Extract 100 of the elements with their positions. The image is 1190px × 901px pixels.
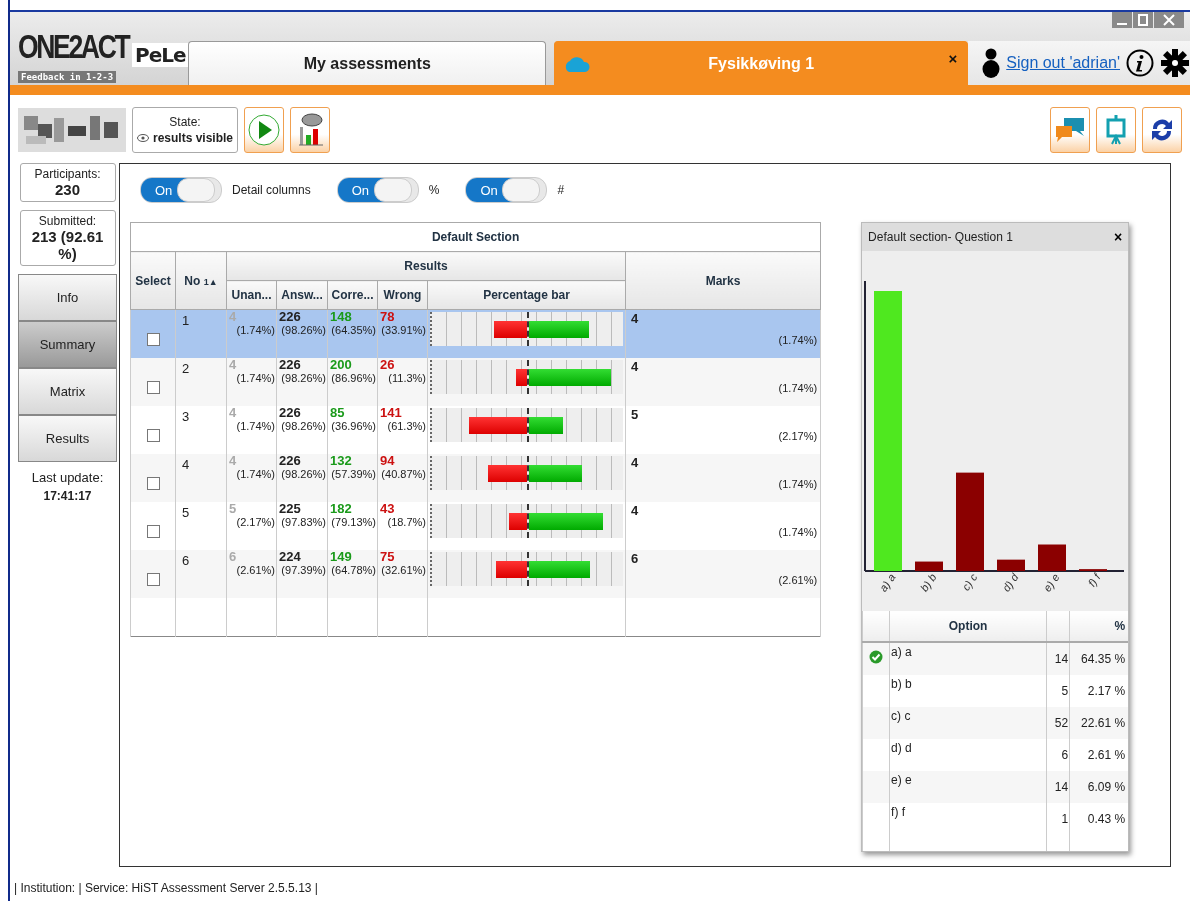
correct-count: 148 — [329, 310, 353, 324]
panel-title: Default section- Question 1 — [868, 230, 1013, 244]
chart-bar — [1038, 544, 1067, 571]
correct-count: 149 — [329, 550, 353, 564]
correct-count: 200 — [329, 358, 353, 372]
unanswered-percent: (2.17%) — [235, 516, 276, 529]
wrong-count: 78 — [379, 310, 396, 324]
group-header: Results — [226, 251, 626, 281]
answered-percent: (98.26%) — [280, 372, 327, 385]
wrong-percent: (11.3%) — [387, 372, 427, 385]
unanswered-percent: (1.74%) — [235, 468, 276, 481]
state-label: State: — [169, 115, 201, 129]
maximize-icon[interactable] — [1133, 12, 1153, 28]
toggle-switch[interactable]: On — [336, 177, 419, 203]
unanswered-percent: (1.74%) — [235, 372, 276, 385]
option-label: c) c — [889, 707, 1047, 739]
option-percent: 0.43 % — [1069, 803, 1129, 835]
answered-count: 226 — [278, 310, 302, 324]
wrong-fill — [468, 416, 527, 434]
checkbox[interactable] — [146, 573, 160, 586]
wrong-fill — [515, 368, 527, 386]
last-update-time: 17:41:17 — [43, 489, 92, 503]
marks-percent: (2.17%) — [777, 430, 818, 443]
nav-button[interactable]: Info — [18, 274, 117, 321]
option-count: 14 — [1046, 771, 1070, 803]
close-button[interactable]: × — [948, 50, 958, 67]
play-button[interactable] — [244, 107, 284, 153]
column-header: Percentage bar — [427, 280, 626, 310]
checkbox[interactable] — [146, 525, 160, 538]
toggle-label: Detail columns — [232, 183, 311, 197]
correct-percent: (36.96%) — [330, 420, 377, 433]
toggle-label: % — [428, 183, 440, 197]
checkbox[interactable] — [146, 429, 160, 442]
nav-button[interactable]: Matrix — [18, 368, 117, 415]
chat-icon — [1054, 116, 1086, 144]
checkbox[interactable] — [146, 477, 160, 490]
unanswered-count: 6 — [228, 550, 238, 564]
wrong-percent: (40.87%) — [380, 468, 427, 481]
axis-label: a) a — [877, 571, 898, 594]
checkbox[interactable] — [146, 381, 160, 394]
stat-label: Submitted: — [38, 214, 97, 228]
axis-label: f) f — [1085, 571, 1103, 589]
answered-count: 226 — [278, 358, 302, 372]
check-icon — [869, 650, 884, 664]
close-icon[interactable] — [1154, 12, 1184, 28]
info-icon[interactable] — [1126, 49, 1154, 77]
unanswered-percent: (2.61%) — [235, 564, 276, 577]
marks-percent: (1.74%) — [777, 478, 818, 491]
logo-brand: ONE2ACT — [18, 27, 129, 66]
option-percent: 64.35 % — [1069, 642, 1129, 675]
option-percent: 22.61 % — [1069, 707, 1129, 739]
tab[interactable]: Fysikkøving 1 × — [554, 41, 969, 85]
wrong-fill — [495, 560, 527, 578]
correct-percent: (86.96%) — [330, 372, 377, 385]
wrong-count: 43 — [379, 502, 396, 516]
unanswered-count: 4 — [228, 454, 238, 468]
option-percent: 6.09 % — [1069, 771, 1129, 803]
table-cell: 1 — [175, 309, 227, 358]
last-update-label: Last update: — [31, 470, 104, 485]
chat-button[interactable] — [1050, 107, 1090, 153]
chart-bar — [997, 559, 1026, 571]
wrong-count: 26 — [379, 358, 396, 372]
column-header[interactable]: No 1▲ — [175, 251, 227, 310]
column-header: Select — [130, 251, 176, 310]
marks-count: 4 — [630, 456, 640, 470]
column-header: % — [1069, 611, 1129, 642]
toggle-switch[interactable]: On — [140, 177, 222, 203]
logo-tagline: Feedback in 1-2-3 — [18, 71, 117, 83]
cloud-icon — [563, 55, 592, 73]
tab[interactable]: My assessments — [188, 41, 547, 85]
answered-count: 224 — [278, 550, 302, 564]
correct-percent: (64.78%) — [330, 564, 377, 577]
wrong-count: 75 — [379, 550, 396, 564]
wrong-count: 94 — [379, 454, 396, 468]
table-cell: 6 — [175, 550, 227, 598]
nav-button[interactable]: Summary — [18, 321, 117, 368]
stat-value: 213 (92.61 %) — [30, 228, 105, 262]
presentation-button[interactable] — [1096, 107, 1136, 153]
answered-count: 226 — [278, 406, 302, 420]
option-count: 14 — [1046, 642, 1070, 675]
marks-count: 5 — [630, 408, 640, 422]
section-header: Default Section — [130, 222, 821, 252]
marks-count: 6 — [630, 552, 640, 566]
correct-count: 132 — [329, 454, 353, 468]
correct-percent: (57.39%) — [330, 468, 377, 481]
unanswered-count: 4 — [228, 406, 238, 420]
toggle-switch[interactable]: On — [465, 177, 548, 203]
refresh-button[interactable] — [1142, 107, 1182, 153]
axis-label: e) e — [1041, 571, 1062, 594]
results-view-button[interactable] — [290, 107, 330, 153]
option-label: a) a — [889, 642, 1047, 675]
correct-percent: (79.13%) — [330, 516, 377, 529]
minimize-icon[interactable] — [1112, 12, 1132, 28]
checkbox[interactable] — [146, 333, 160, 346]
unanswered-count: 4 — [228, 358, 238, 372]
correct-count: 182 — [329, 502, 353, 516]
wrong-percent: (18.7%) — [386, 516, 427, 529]
close-button[interactable]: × — [1113, 229, 1123, 245]
nav-button[interactable]: Results — [18, 415, 117, 462]
settings-icon[interactable] — [1160, 48, 1190, 78]
